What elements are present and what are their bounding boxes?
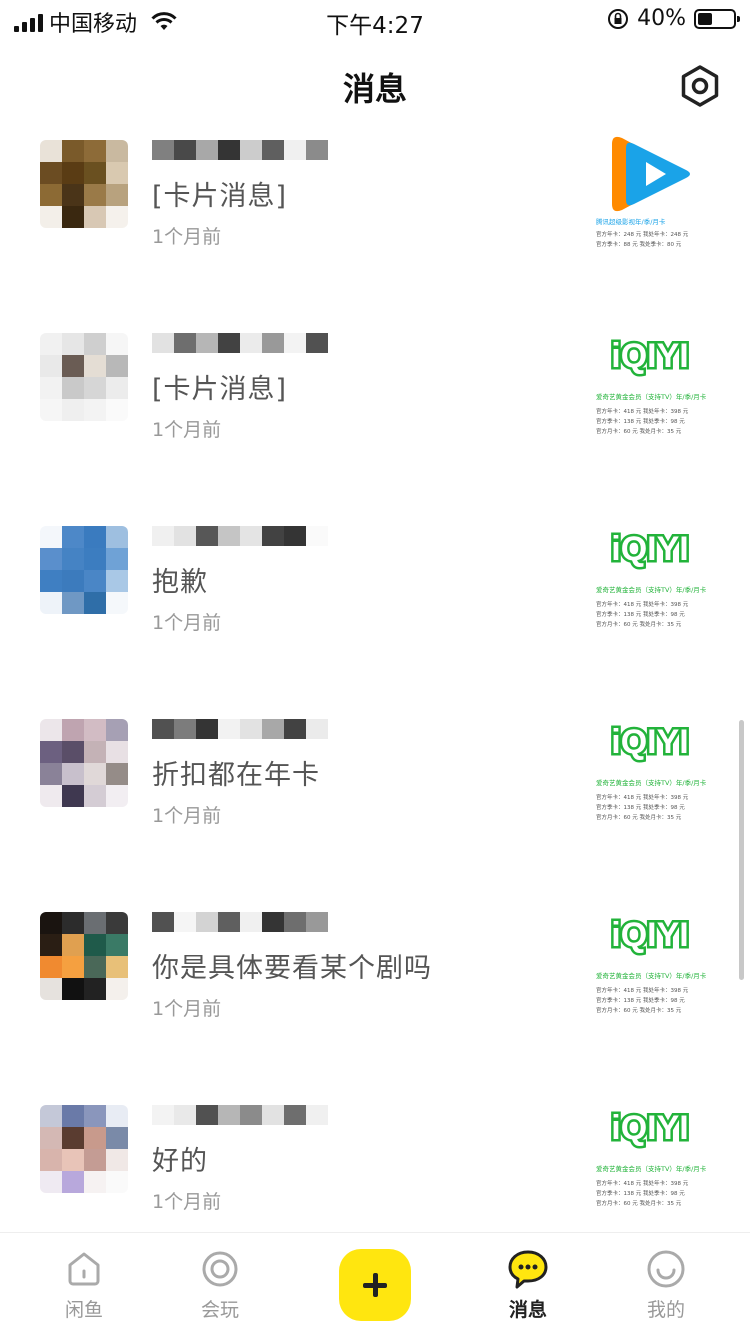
home-icon <box>68 1252 100 1286</box>
message-row[interactable]: [卡片消息] 1个月前 iQIYI 爱奇艺黄金会员（支持TV）年/季/月卡 官方年卡：4… <box>0 319 750 512</box>
rotation-lock-icon <box>608 8 629 29</box>
price-line: 官方月卡：60 元 我处月卡：35 元 <box>596 1006 682 1014</box>
tab-label: 我的 <box>646 1299 685 1321</box>
thumbnail-caption: 爱奇艺黄金会员（支持TV）年/季/月卡 <box>596 585 707 594</box>
price-line: 官方年卡：418 元 我处年卡：398 元 <box>596 600 689 608</box>
message-preview: 折扣都在年卡 <box>152 760 320 791</box>
target-icon <box>202 1251 238 1287</box>
tab-bar: 闲鱼 会玩 消息 我的 <box>0 1232 750 1335</box>
iqiyi-card-thumbnail[interactable]: iQIYI 爱奇艺黄金会员（支持TV）年/季/月卡官方年卡：418 元 我处年卡：… <box>586 323 714 451</box>
battery-icon <box>694 8 740 29</box>
avatar-image <box>40 719 128 807</box>
price-line: 官方年卡：418 元 我处年卡：398 元 <box>596 793 689 801</box>
smile-icon <box>647 1250 685 1288</box>
iqiyi-logo: iQIYI <box>611 530 688 568</box>
tab-mine[interactable]: 我的 <box>616 1247 716 1322</box>
tab-huiwan[interactable]: 会玩 <box>170 1247 270 1322</box>
tab-label: 闲鱼 <box>64 1299 103 1321</box>
iqiyi-logo: iQIYI <box>611 723 688 761</box>
post-button[interactable] <box>339 1249 411 1321</box>
status-bar: 中国移动 下午4:27 40% <box>0 0 750 44</box>
thumbnail-caption: 腾讯超级影视年/季/月卡 <box>596 217 666 226</box>
avatar-image <box>40 912 128 1000</box>
avatar[interactable] <box>40 333 128 421</box>
avatar-image <box>40 526 128 614</box>
iqiyi-card-thumbnail[interactable]: iQIYI 爱奇艺黄金会员（支持TV）年/季/月卡官方年卡：418 元 我处年卡：… <box>586 516 714 644</box>
status-right: 40% <box>607 6 740 31</box>
thumbnail-caption: 爱奇艺黄金会员（支持TV）年/季/月卡 <box>596 778 707 787</box>
avatar-image <box>40 140 128 228</box>
thumbnail-caption: 爱奇艺黄金会员（支持TV）年/季/月卡 <box>596 1164 707 1173</box>
sender-name-redacted <box>152 526 328 552</box>
message-time: 1个月前 <box>152 612 222 634</box>
message-row[interactable]: 抱歉 1个月前 iQIYI 爱奇艺黄金会员（支持TV）年/季/月卡 官方年卡：418 元… <box>0 512 750 705</box>
tab-xianyu[interactable]: 闲鱼 <box>34 1247 134 1322</box>
message-list[interactable]: [卡片消息] 1个月前 腾讯超级影视年/季/月卡官方年卡：248 元 我处年卡：24… <box>0 126 750 1226</box>
avatar[interactable] <box>40 719 128 807</box>
price-line: 官方年卡：418 元 我处年卡：398 元 <box>596 986 689 994</box>
thumbnail-caption: 爱奇艺黄金会员（支持TV）年/季/月卡 <box>596 971 707 980</box>
message-preview: 好的 <box>152 1146 208 1177</box>
tab-messages[interactable]: 消息 <box>478 1247 578 1322</box>
sender-name-redacted <box>152 140 328 166</box>
tencent-video-card-thumbnail[interactable]: 腾讯超级影视年/季/月卡官方年卡：248 元 我处年卡：248 元官方季卡：88… <box>586 130 714 258</box>
avatar[interactable] <box>40 1105 128 1193</box>
iqiyi-card-thumbnail[interactable]: iQIYI 爱奇艺黄金会员（支持TV）年/季/月卡官方年卡：418 元 我处年卡：… <box>586 709 714 837</box>
thumbnail-caption: 爱奇艺黄金会员（支持TV）年/季/月卡 <box>596 392 707 401</box>
avatar[interactable] <box>40 140 128 228</box>
message-preview: 抱歉 <box>152 567 208 598</box>
iqiyi-logo: iQIYI <box>611 337 688 375</box>
price-line: 官方季卡：138 元 我处季卡：98 元 <box>596 803 685 811</box>
avatar[interactable] <box>40 912 128 1000</box>
avatar-image <box>40 1105 128 1193</box>
chat-bubble-icon <box>508 1250 548 1289</box>
settings-icon[interactable] <box>678 64 722 108</box>
message-row[interactable]: 好的 1个月前 iQIYI 爱奇艺黄金会员（支持TV）年/季/月卡 官方年卡：418 元… <box>0 1091 750 1226</box>
message-time: 1个月前 <box>152 1191 222 1213</box>
message-preview: 你是具体要看某个剧吗 <box>152 953 432 984</box>
price-line: 官方年卡：418 元 我处年卡：398 元 <box>596 407 689 415</box>
sender-name-redacted <box>152 333 328 359</box>
price-line: 官方月卡：60 元 我处月卡：35 元 <box>596 1199 682 1207</box>
message-preview: [卡片消息] <box>152 374 288 405</box>
iqiyi-logo: iQIYI <box>611 916 688 954</box>
price-line: 官方月卡：60 元 我处月卡：35 元 <box>596 813 682 821</box>
avatar-image <box>40 333 128 421</box>
message-time: 1个月前 <box>152 998 222 1020</box>
iqiyi-card-thumbnail[interactable]: iQIYI 爱奇艺黄金会员（支持TV）年/季/月卡官方年卡：418 元 我处年卡：… <box>586 1095 714 1223</box>
tab-label: 消息 <box>508 1299 547 1321</box>
message-time: 1个月前 <box>152 226 222 248</box>
price-line: 官方季卡：138 元 我处季卡：98 元 <box>596 610 685 618</box>
scrollbar[interactable] <box>739 720 744 980</box>
price-line: 官方年卡：248 元 我处年卡：248 元 <box>596 230 689 238</box>
avatar[interactable] <box>40 526 128 614</box>
price-line: 官方月卡：60 元 我处月卡：35 元 <box>596 427 682 435</box>
sender-name-redacted <box>152 1105 328 1131</box>
battery-level <box>698 12 712 25</box>
message-time: 1个月前 <box>152 419 222 441</box>
iqiyi-logo: iQIYI <box>611 1109 688 1147</box>
tab-label: 会玩 <box>200 1299 239 1321</box>
sender-name-redacted <box>152 719 328 745</box>
message-row[interactable]: 折扣都在年卡 1个月前 iQIYI 爱奇艺黄金会员（支持TV）年/季/月卡 官方年卡：4… <box>0 705 750 898</box>
message-time: 1个月前 <box>152 805 222 827</box>
battery-percent: 40% <box>637 6 686 31</box>
message-preview: [卡片消息] <box>152 181 288 212</box>
sender-name-redacted <box>152 912 328 938</box>
price-line: 官方季卡：138 元 我处季卡：98 元 <box>596 996 685 1004</box>
message-row[interactable]: [卡片消息] 1个月前 腾讯超级影视年/季/月卡官方年卡：248 元 我处年卡：24… <box>0 126 750 319</box>
page-title: 消息 <box>342 70 407 108</box>
price-line: 官方月卡：60 元 我处月卡：35 元 <box>596 620 682 628</box>
price-line: 官方年卡：418 元 我处年卡：398 元 <box>596 1179 689 1187</box>
iqiyi-card-thumbnail[interactable]: iQIYI 爱奇艺黄金会员（支持TV）年/季/月卡官方年卡：418 元 我处年卡：… <box>586 902 714 1030</box>
price-line: 官方季卡：88 元 我处季卡：80 元 <box>596 240 682 248</box>
nav-header: 消息 <box>0 44 750 126</box>
price-line: 官方季卡：138 元 我处季卡：98 元 <box>596 1189 685 1197</box>
message-row[interactable]: 你是具体要看某个剧吗 1个月前 iQIYI 爱奇艺黄金会员（支持TV）年/季/月卡 官方… <box>0 898 750 1091</box>
price-line: 官方季卡：138 元 我处季卡：98 元 <box>596 417 685 425</box>
